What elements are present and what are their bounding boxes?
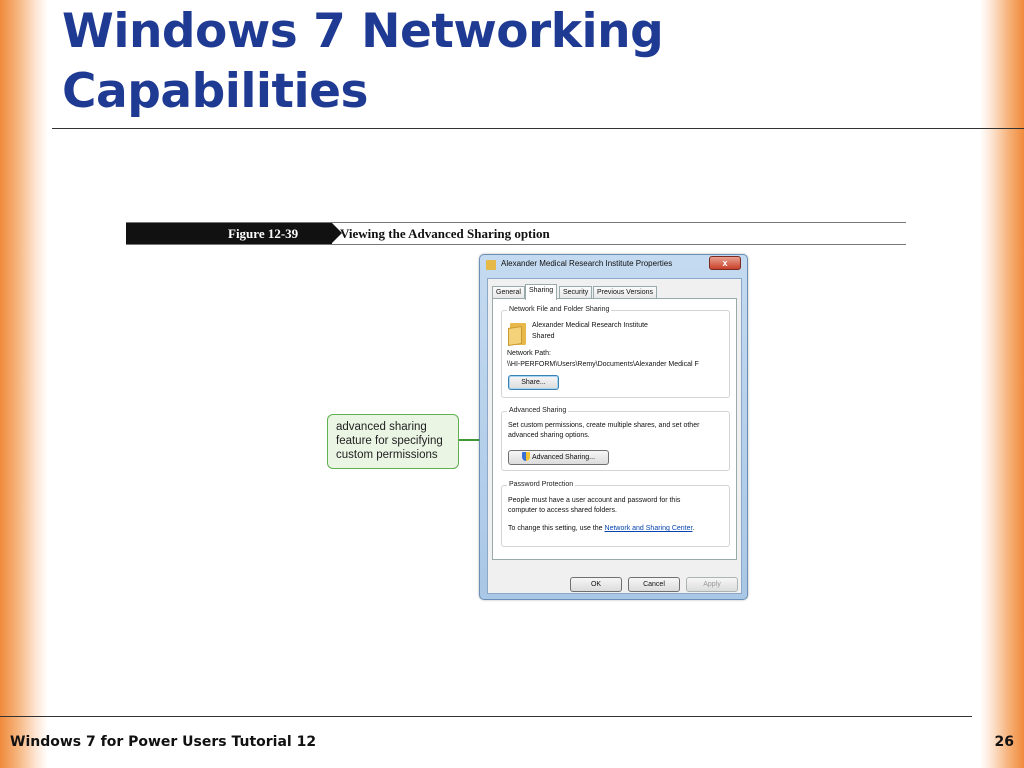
network-sharing-center-link[interactable]: Network and Sharing Center [605,525,693,532]
network-path-value: \\HI-PERFORM\Users\Remy\Documents\Alexan… [507,361,699,368]
advanced-sharing-group-label: Advanced Sharing [507,406,569,416]
advanced-sharing-description-2: advanced sharing options. [508,432,590,439]
password-protection-change-text: To change this setting, use the Network … [508,524,694,534]
sharing-tab-panel: Network File and Folder Sharing Alexande… [492,298,737,560]
figure-label: Figure 12-39 [126,223,342,244]
network-path-label: Network Path: [507,350,551,357]
ok-button[interactable]: OK [570,577,622,592]
advanced-sharing-button-label: Advanced Sharing... [531,454,596,461]
title-divider [52,128,1024,129]
page-number: 26 [994,734,1014,750]
share-button[interactable]: Share... [508,375,559,390]
uac-shield-icon [521,452,530,461]
dialog-title: Alexander Medical Research Institute Pro… [501,259,673,268]
properties-dialog: Alexander Medical Research Institute Pro… [479,254,748,600]
password-protection-line-1: People must have a user account and pass… [508,497,681,504]
footer-divider [0,716,972,717]
network-sharing-group: Network File and Folder Sharing Alexande… [501,305,730,398]
dialog-client-area: General Sharing Security Previous Versio… [487,278,742,594]
change-setting-suffix: . [692,525,695,532]
shared-folder-icon [508,323,528,346]
cancel-button[interactable]: Cancel [628,577,680,592]
dialog-titlebar[interactable]: Alexander Medical Research Institute Pro… [480,255,747,277]
slide-title: Windows 7 Networking Capabilities [62,4,664,119]
left-orange-border [0,0,48,768]
advanced-sharing-button[interactable]: Advanced Sharing... [508,450,609,465]
password-protection-group-label: Password Protection [507,480,576,490]
figure-rule-bottom [126,244,906,245]
footer-course-title: Windows 7 for Power Users Tutorial 12 [10,734,317,750]
advanced-sharing-group: Advanced Sharing Set custom permissions,… [501,406,730,471]
password-protection-group: Password Protection People must have a u… [501,480,730,547]
network-sharing-group-label: Network File and Folder Sharing [507,305,612,315]
figure-banner: Figure 12-39 Viewing the Advanced Sharin… [126,222,906,245]
folder-icon [486,260,496,270]
password-protection-line-2: computer to access shared folders. [508,507,617,514]
figure-caption: Viewing the Advanced Sharing option [340,226,550,241]
share-status: Shared [532,333,555,340]
advanced-sharing-description-1: Set custom permissions, create multiple … [508,422,700,429]
close-button[interactable]: x [709,256,741,270]
callout-box: advanced sharing feature for specifying … [327,414,459,469]
tab-sharing[interactable]: Sharing [525,284,558,300]
right-orange-border [980,0,1024,768]
apply-button[interactable]: Apply [686,577,738,592]
folder-name: Alexander Medical Research Institute [532,322,648,329]
change-setting-prefix: To change this setting, use the [508,525,605,532]
